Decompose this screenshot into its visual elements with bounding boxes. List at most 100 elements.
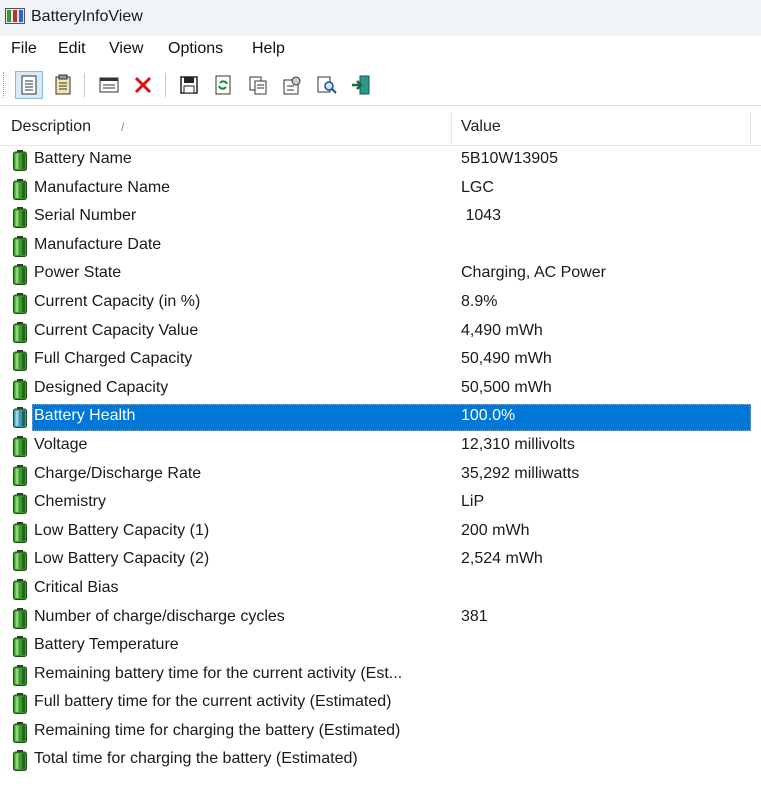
- battery-icon: [13, 693, 27, 715]
- table-row[interactable]: Charge/Discharge Rate 35,292 milliwatts: [0, 461, 761, 490]
- battery-icon: [13, 207, 27, 229]
- table-row[interactable]: Battery Health 100.0%: [0, 403, 761, 432]
- table-row[interactable]: Manufacture Date: [0, 232, 761, 261]
- table-row[interactable]: Battery Temperature: [0, 632, 761, 661]
- battery-icon: [13, 235, 27, 257]
- row-description: Total time for charging the battery (Est…: [34, 750, 358, 768]
- row-description: Battery Health: [34, 407, 136, 425]
- table-row[interactable]: Number of charge/discharge cycles 381: [0, 604, 761, 633]
- battery-icon: [13, 350, 27, 372]
- battery-icon: [13, 264, 27, 286]
- row-value: 5B10W13905: [461, 150, 558, 167]
- delete-icon: [134, 76, 152, 94]
- table-row[interactable]: Voltage 12,310 millivolts: [0, 432, 761, 461]
- table-row[interactable]: Total time for charging the battery (Est…: [0, 746, 761, 775]
- view-details-button[interactable]: [15, 71, 43, 99]
- options-button[interactable]: [278, 71, 306, 99]
- row-description: Designed Capacity: [34, 378, 169, 396]
- row-description: Manufacture Date: [34, 235, 162, 253]
- row-value: LGC: [461, 178, 494, 196]
- selection-highlight: [32, 404, 751, 432]
- menu-bar: File Edit View Options Help: [0, 36, 761, 64]
- table-row[interactable]: Low Battery Capacity (1) 200 mWh: [0, 518, 761, 547]
- table-row[interactable]: Full battery time for the current activi…: [0, 689, 761, 718]
- battery-icon: [13, 664, 27, 686]
- table-row[interactable]: Current Capacity Value 4,490 mWh: [0, 318, 761, 347]
- sort-arrow-icon: /: [121, 120, 125, 134]
- column-header-value[interactable]: Value: [461, 118, 501, 136]
- menu-edit[interactable]: Edit: [58, 40, 86, 58]
- row-description: Remaining time for charging the battery …: [34, 721, 401, 739]
- menu-file[interactable]: File: [11, 40, 37, 58]
- row-description: Battery Temperature: [34, 636, 179, 654]
- copy-button[interactable]: [244, 71, 272, 99]
- battery-icon: [13, 521, 27, 543]
- row-description: Critical Bias: [34, 578, 119, 596]
- row-value: LiP: [461, 493, 485, 511]
- row-description: Current Capacity (in %): [34, 292, 201, 310]
- delete-button[interactable]: [129, 71, 157, 99]
- battery-icon: [13, 435, 27, 457]
- battery-icon: [13, 150, 27, 171]
- column-divider[interactable]: [750, 112, 751, 144]
- menu-view[interactable]: View: [109, 40, 143, 58]
- exit-button[interactable]: [347, 71, 375, 99]
- table-row[interactable]: Designed Capacity 50,500 mWh: [0, 375, 761, 404]
- row-description: Full Charged Capacity: [34, 350, 193, 368]
- battery-icon: [13, 636, 27, 658]
- column-header-description[interactable]: Description: [11, 118, 91, 136]
- refresh-button[interactable]: [209, 71, 237, 99]
- row-description: Current Capacity Value: [34, 321, 199, 339]
- row-description: Battery Name: [34, 150, 132, 167]
- table-row[interactable]: Chemistry LiP: [0, 489, 761, 518]
- menu-help[interactable]: Help: [252, 40, 285, 58]
- save-button[interactable]: [175, 71, 203, 99]
- view-html-report-button[interactable]: [49, 71, 77, 99]
- row-description: Serial Number: [34, 207, 137, 225]
- column-divider[interactable]: [451, 112, 452, 144]
- row-description: Low Battery Capacity (2): [34, 550, 210, 568]
- menu-options[interactable]: Options: [168, 40, 223, 58]
- view-html-report-icon: [55, 74, 71, 95]
- properties-window-button[interactable]: [95, 71, 123, 99]
- battery-icon: [13, 321, 27, 343]
- toolbar-separator: [165, 73, 166, 97]
- list-header: Description / Value: [0, 108, 761, 146]
- table-row[interactable]: Remaining time for charging the battery …: [0, 718, 761, 747]
- properties-window-icon: [99, 77, 119, 93]
- table-row[interactable]: Manufacture Name LGC: [0, 175, 761, 204]
- battery-icon: [13, 578, 27, 600]
- table-row[interactable]: Battery Name 5B10W13905: [0, 146, 761, 175]
- table-row[interactable]: Remaining battery time for the current a…: [0, 661, 761, 690]
- row-description: Remaining battery time for the current a…: [34, 664, 403, 682]
- battery-icon: [13, 407, 27, 429]
- table-row[interactable]: Low Battery Capacity (2) 2,524 mWh: [0, 546, 761, 575]
- find-button[interactable]: [313, 71, 341, 99]
- title-bar: BatteryInfoView: [0, 0, 761, 36]
- row-value: 12,310 millivolts: [461, 435, 575, 453]
- row-description: Power State: [34, 264, 122, 282]
- toolbar: [0, 64, 761, 106]
- battery-icon: [13, 292, 27, 314]
- table-row[interactable]: Critical Bias: [0, 575, 761, 604]
- table-row[interactable]: Full Charged Capacity 50,490 mWh: [0, 346, 761, 375]
- row-description: Charge/Discharge Rate: [34, 464, 202, 482]
- battery-icon: [13, 464, 27, 486]
- table-row[interactable]: Power State Charging, AC Power: [0, 260, 761, 289]
- table-row[interactable]: Serial Number 1043: [0, 203, 761, 232]
- table-row[interactable]: Current Capacity (in %) 8.9%: [0, 289, 761, 318]
- row-description: Number of charge/discharge cycles: [34, 607, 285, 625]
- battery-icon: [13, 550, 27, 572]
- row-value: 100.0%: [461, 407, 516, 425]
- options-icon: [283, 76, 301, 95]
- toolbar-grip[interactable]: [3, 72, 6, 98]
- row-value: 50,490 mWh: [461, 350, 552, 368]
- row-value: Charging, AC Power: [461, 264, 606, 282]
- exit-icon: [352, 75, 370, 95]
- battery-icon: [13, 493, 27, 515]
- row-value: 35,292 milliwatts: [461, 464, 580, 482]
- refresh-icon: [215, 75, 231, 95]
- toolbar-separator: [84, 73, 85, 97]
- battery-info-list[interactable]: Description / Value Battery Name 5B10W139…: [0, 108, 761, 809]
- copy-icon: [249, 76, 267, 95]
